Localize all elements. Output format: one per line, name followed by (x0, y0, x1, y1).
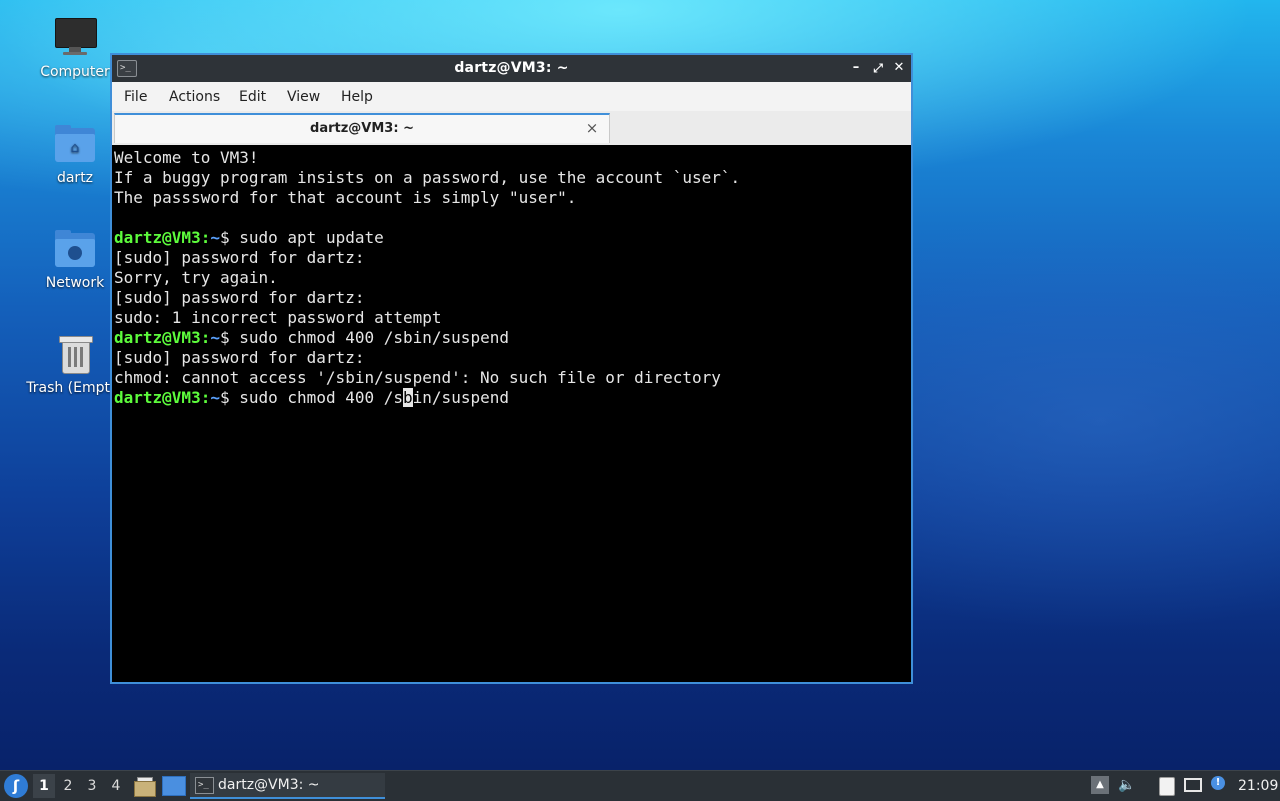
clock[interactable]: 21:09 (1238, 771, 1278, 801)
terminal-line: [sudo] password for dartz: (114, 348, 365, 367)
desktop: Computer ⌂ dartz Network Trash (Empty) >… (0, 0, 1280, 770)
tab-close-icon[interactable]: × (583, 119, 601, 137)
taskbar: ʃ 1 2 3 4 >_ dartz@VM3: ~ ▲ 🔈 ! 21:09 (0, 770, 1280, 801)
prompt-command: $ sudo apt update (219, 228, 384, 247)
info-icon[interactable]: ! (1211, 776, 1229, 794)
maximize-button[interactable]: ⤢ (869, 59, 887, 77)
network-icon[interactable] (1184, 776, 1202, 794)
terminal-line: sudo: 1 incorrect password attempt (114, 308, 442, 327)
network-folder-icon (53, 227, 97, 271)
prompt-separator: : (200, 328, 211, 347)
menubar: File Actions Edit View Help (112, 82, 911, 112)
task-label: dartz@VM3: ~ (218, 777, 320, 793)
terminal-line: The passsword for that account is simply… (114, 188, 577, 207)
tab-label: dartz@VM3: ~ (310, 121, 414, 136)
prompt-command-after: in/suspend (412, 388, 509, 407)
prompt-user: dartz@VM3 (114, 228, 201, 247)
window-titlebar[interactable]: >_ dartz@VM3: ~ – ⤢ ✕ (112, 55, 911, 82)
prompt-command: $ sudo chmod 400 /sbin/suspend (219, 328, 509, 347)
prompt-user: dartz@VM3 (114, 388, 201, 407)
prompt-path: ~ (210, 228, 220, 247)
terminal-line: [sudo] password for dartz: (114, 248, 365, 267)
trash-icon (53, 332, 97, 376)
prompt-separator: : (200, 228, 211, 247)
terminal-output[interactable]: Welcome to VM3! If a buggy program insis… (112, 145, 911, 682)
workspace-1[interactable]: 1 (33, 774, 55, 798)
tray-expand-icon[interactable]: ▲ (1091, 776, 1109, 794)
workspace-3[interactable]: 3 (81, 774, 103, 798)
volume-icon[interactable]: 🔈 (1118, 776, 1136, 794)
terminal-icon: >_ (195, 777, 214, 794)
terminal-prompt-line[interactable]: dartz@VM3:~$ sudo chmod 400 /sbin/suspen… (114, 388, 911, 408)
terminal-line: Sorry, try again. (114, 268, 278, 287)
terminal-line: [sudo] password for dartz: (114, 288, 365, 307)
workspace-2[interactable]: 2 (57, 774, 79, 798)
terminal-prompt-line: dartz@VM3:~$ sudo apt update (114, 228, 911, 248)
menu-edit[interactable]: Edit (237, 82, 268, 111)
computer-icon (53, 16, 97, 60)
tab-terminal[interactable]: dartz@VM3: ~ × (114, 113, 610, 143)
text-cursor: b (403, 388, 413, 407)
prompt-command-before: $ sudo chmod 400 /s (219, 388, 404, 407)
lxqt-start-icon[interactable]: ʃ (4, 774, 28, 798)
terminal-line: Welcome to VM3! (114, 148, 259, 167)
menu-view[interactable]: View (285, 82, 322, 111)
menu-file[interactable]: File (122, 82, 149, 111)
terminal-window: >_ dartz@VM3: ~ – ⤢ ✕ File Actions Edit … (110, 53, 913, 684)
menu-actions[interactable]: Actions (167, 82, 222, 111)
close-button[interactable]: ✕ (890, 59, 908, 77)
prompt-path: ~ (210, 328, 220, 347)
minimize-button[interactable]: – (847, 59, 865, 77)
terminal-line: chmod: cannot access '/sbin/suspend': No… (114, 368, 721, 387)
prompt-separator: : (200, 388, 211, 407)
home-folder-icon: ⌂ (53, 122, 97, 166)
taskbar-task-terminal[interactable]: >_ dartz@VM3: ~ (190, 773, 385, 799)
menu-help[interactable]: Help (339, 82, 375, 111)
terminal-prompt-line: dartz@VM3:~$ sudo chmod 400 /sbin/suspen… (114, 328, 911, 348)
terminal-line: If a buggy program insists on a password… (114, 168, 741, 187)
tab-bar: dartz@VM3: ~ × (112, 111, 911, 146)
clipboard-icon[interactable] (1157, 776, 1175, 796)
show-desktop-icon[interactable] (162, 776, 186, 796)
window-title: dartz@VM3: ~ (454, 60, 569, 76)
file-manager-icon[interactable] (133, 775, 156, 797)
prompt-path: ~ (210, 388, 220, 407)
workspace-4[interactable]: 4 (105, 774, 127, 798)
prompt-user: dartz@VM3 (114, 328, 201, 347)
